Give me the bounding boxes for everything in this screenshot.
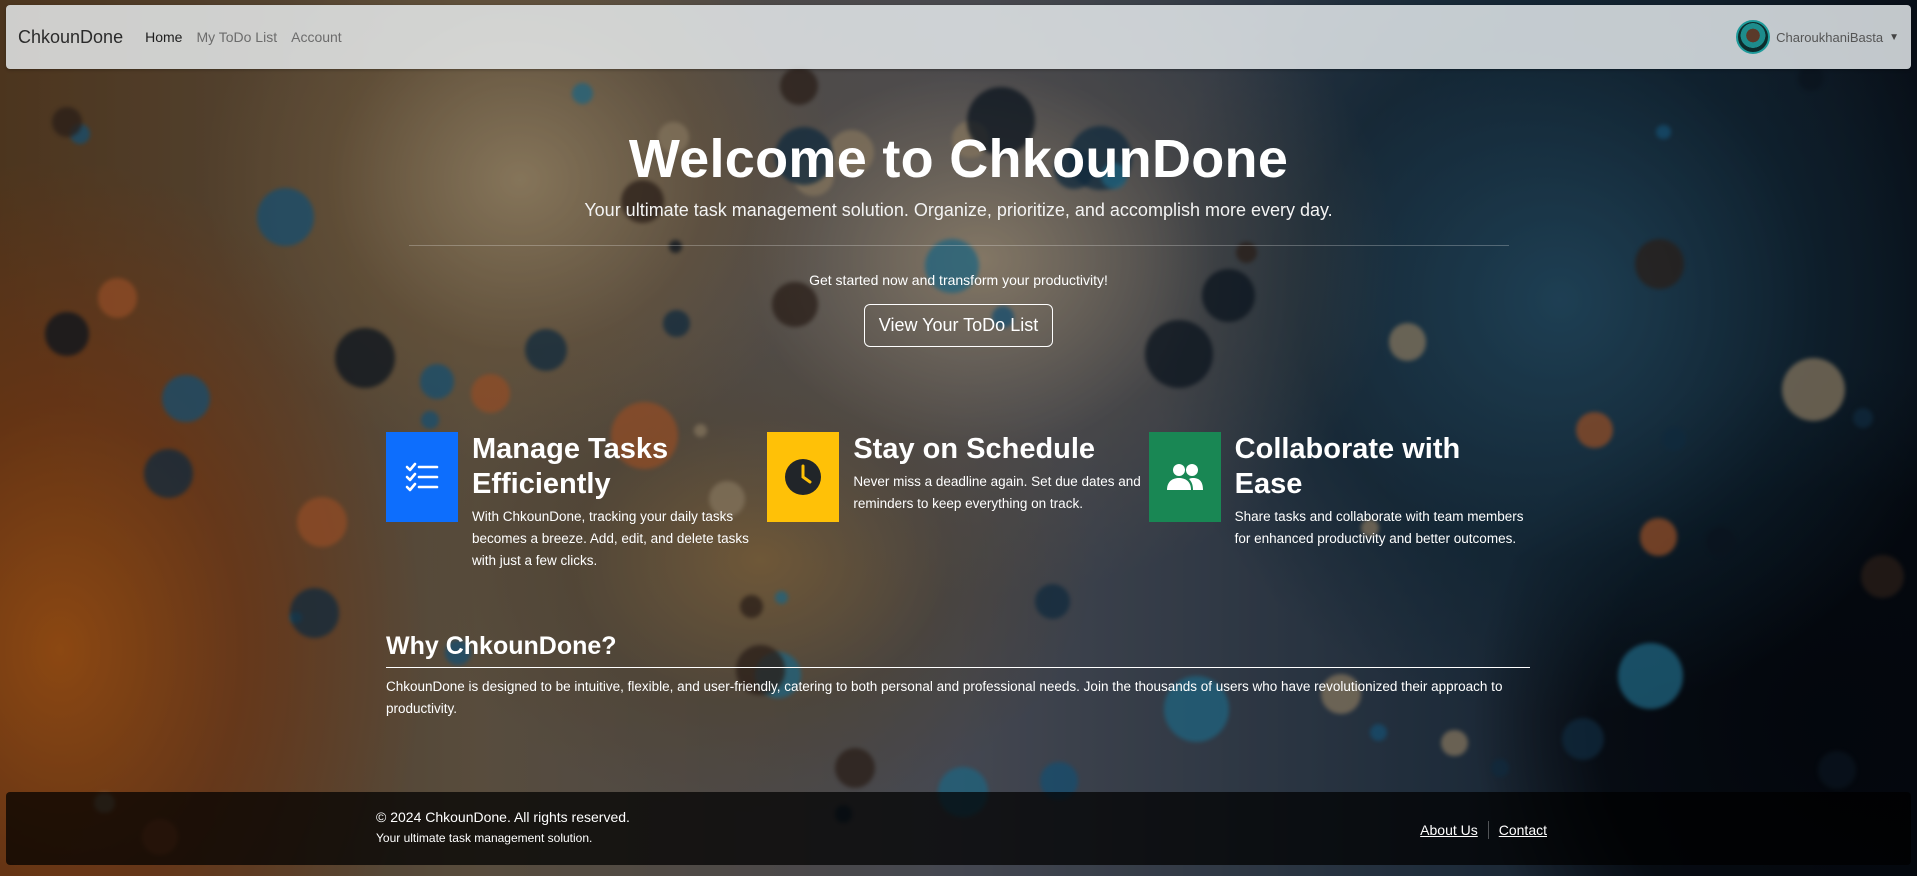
bokeh-dot	[289, 587, 340, 638]
footer-link-about-us[interactable]: About Us	[1420, 822, 1478, 838]
bokeh-dot	[296, 497, 348, 548]
bokeh-dot	[1861, 555, 1904, 599]
bokeh-dot	[1852, 407, 1874, 428]
bokeh-dot	[1706, 527, 1735, 556]
features-section: Manage Tasks Efficiently With ChkounDone…	[386, 432, 1530, 572]
hero-subtitle: Your ultimate task management solution. …	[584, 200, 1333, 220]
footer-tagline: Your ultimate task management solution.	[376, 831, 593, 845]
avatar-icon	[1736, 20, 1771, 54]
clock-icon	[767, 432, 840, 522]
people-icon	[1148, 432, 1221, 522]
bokeh-dot	[290, 611, 302, 623]
view-todo-list-button[interactable]: View Your ToDo List	[863, 304, 1054, 347]
nav-link-home[interactable]: Home	[145, 29, 182, 45]
feature-text: Never miss a deadline again. Set due dat…	[853, 473, 1141, 512]
bokeh-dot	[420, 411, 440, 430]
footer-link-contact[interactable]: Contact	[1499, 822, 1547, 838]
bokeh-dot	[775, 591, 788, 604]
bokeh-dot	[571, 83, 593, 105]
bokeh-dot	[779, 66, 819, 106]
nav-link-account[interactable]: Account	[291, 29, 342, 45]
footer-copyright: © 2024 ChkounDone. All rights reserved.	[376, 809, 630, 825]
footer: © 2024 ChkounDone. All rights reserved. …	[6, 792, 1911, 865]
hero-divider	[408, 245, 1509, 246]
bokeh-dot	[419, 364, 454, 399]
feature-manage-tasks: Manage Tasks Efficiently With ChkounDone…	[386, 432, 767, 572]
task-list-icon	[386, 432, 458, 522]
why-section: Why ChkounDone? ChkounDone is designed t…	[386, 632, 1530, 721]
bokeh-dot	[739, 594, 763, 618]
bokeh-dot	[1561, 717, 1604, 760]
feature-title: Manage Tasks Efficiently	[472, 433, 669, 500]
bokeh-dot	[834, 748, 875, 789]
feature-text: With ChkounDone, tracking your daily tas…	[472, 508, 749, 569]
user-dropdown[interactable]: CharoukhaniBasta ▼	[1736, 20, 1899, 54]
why-title: Why ChkounDone?	[386, 632, 1530, 668]
bokeh-dot	[1369, 723, 1388, 742]
cta-text: Get started now and transform your produ…	[809, 272, 1108, 288]
bokeh-dot	[1662, 427, 1687, 452]
why-text: ChkounDone is designed to be intuitive, …	[386, 679, 1503, 717]
hero-section: Welcome to ChkounDone Your ultimate task…	[0, 128, 1917, 347]
bokeh-dot	[1441, 729, 1468, 756]
bokeh-dot	[1818, 751, 1856, 789]
bokeh-dot	[471, 373, 511, 413]
bokeh-dot	[1034, 584, 1070, 620]
bokeh-dot	[162, 374, 210, 423]
bokeh-dot	[1782, 358, 1846, 422]
feature-stay-on-schedule: Stay on Schedule Never miss a deadline a…	[767, 432, 1148, 572]
feature-title: Stay on Schedule	[853, 433, 1096, 465]
bokeh-dot	[1617, 642, 1684, 709]
bokeh-dot	[1576, 411, 1613, 448]
user-name: CharoukhaniBasta	[1776, 29, 1884, 45]
footer-divider	[1487, 821, 1489, 839]
feature-collaborate: Collaborate with Ease Share tasks and co…	[1148, 432, 1530, 572]
feature-text: Share tasks and collaborate with team me…	[1234, 508, 1524, 546]
nav-link-my-todo-list[interactable]: My ToDo List	[196, 29, 277, 45]
hero-title: Welcome to ChkounDone	[628, 129, 1289, 189]
bokeh-dot	[1639, 518, 1678, 556]
caret-down-icon: ▼	[1889, 31, 1899, 43]
bokeh-dot	[143, 448, 194, 499]
brand-link[interactable]: ChkounDone	[18, 27, 123, 48]
navbar: ChkounDone Home My ToDo List Account Cha…	[6, 5, 1911, 69]
bokeh-dot	[1491, 759, 1509, 777]
bokeh-dot	[1798, 65, 1825, 92]
feature-title: Collaborate with Ease	[1234, 433, 1461, 500]
